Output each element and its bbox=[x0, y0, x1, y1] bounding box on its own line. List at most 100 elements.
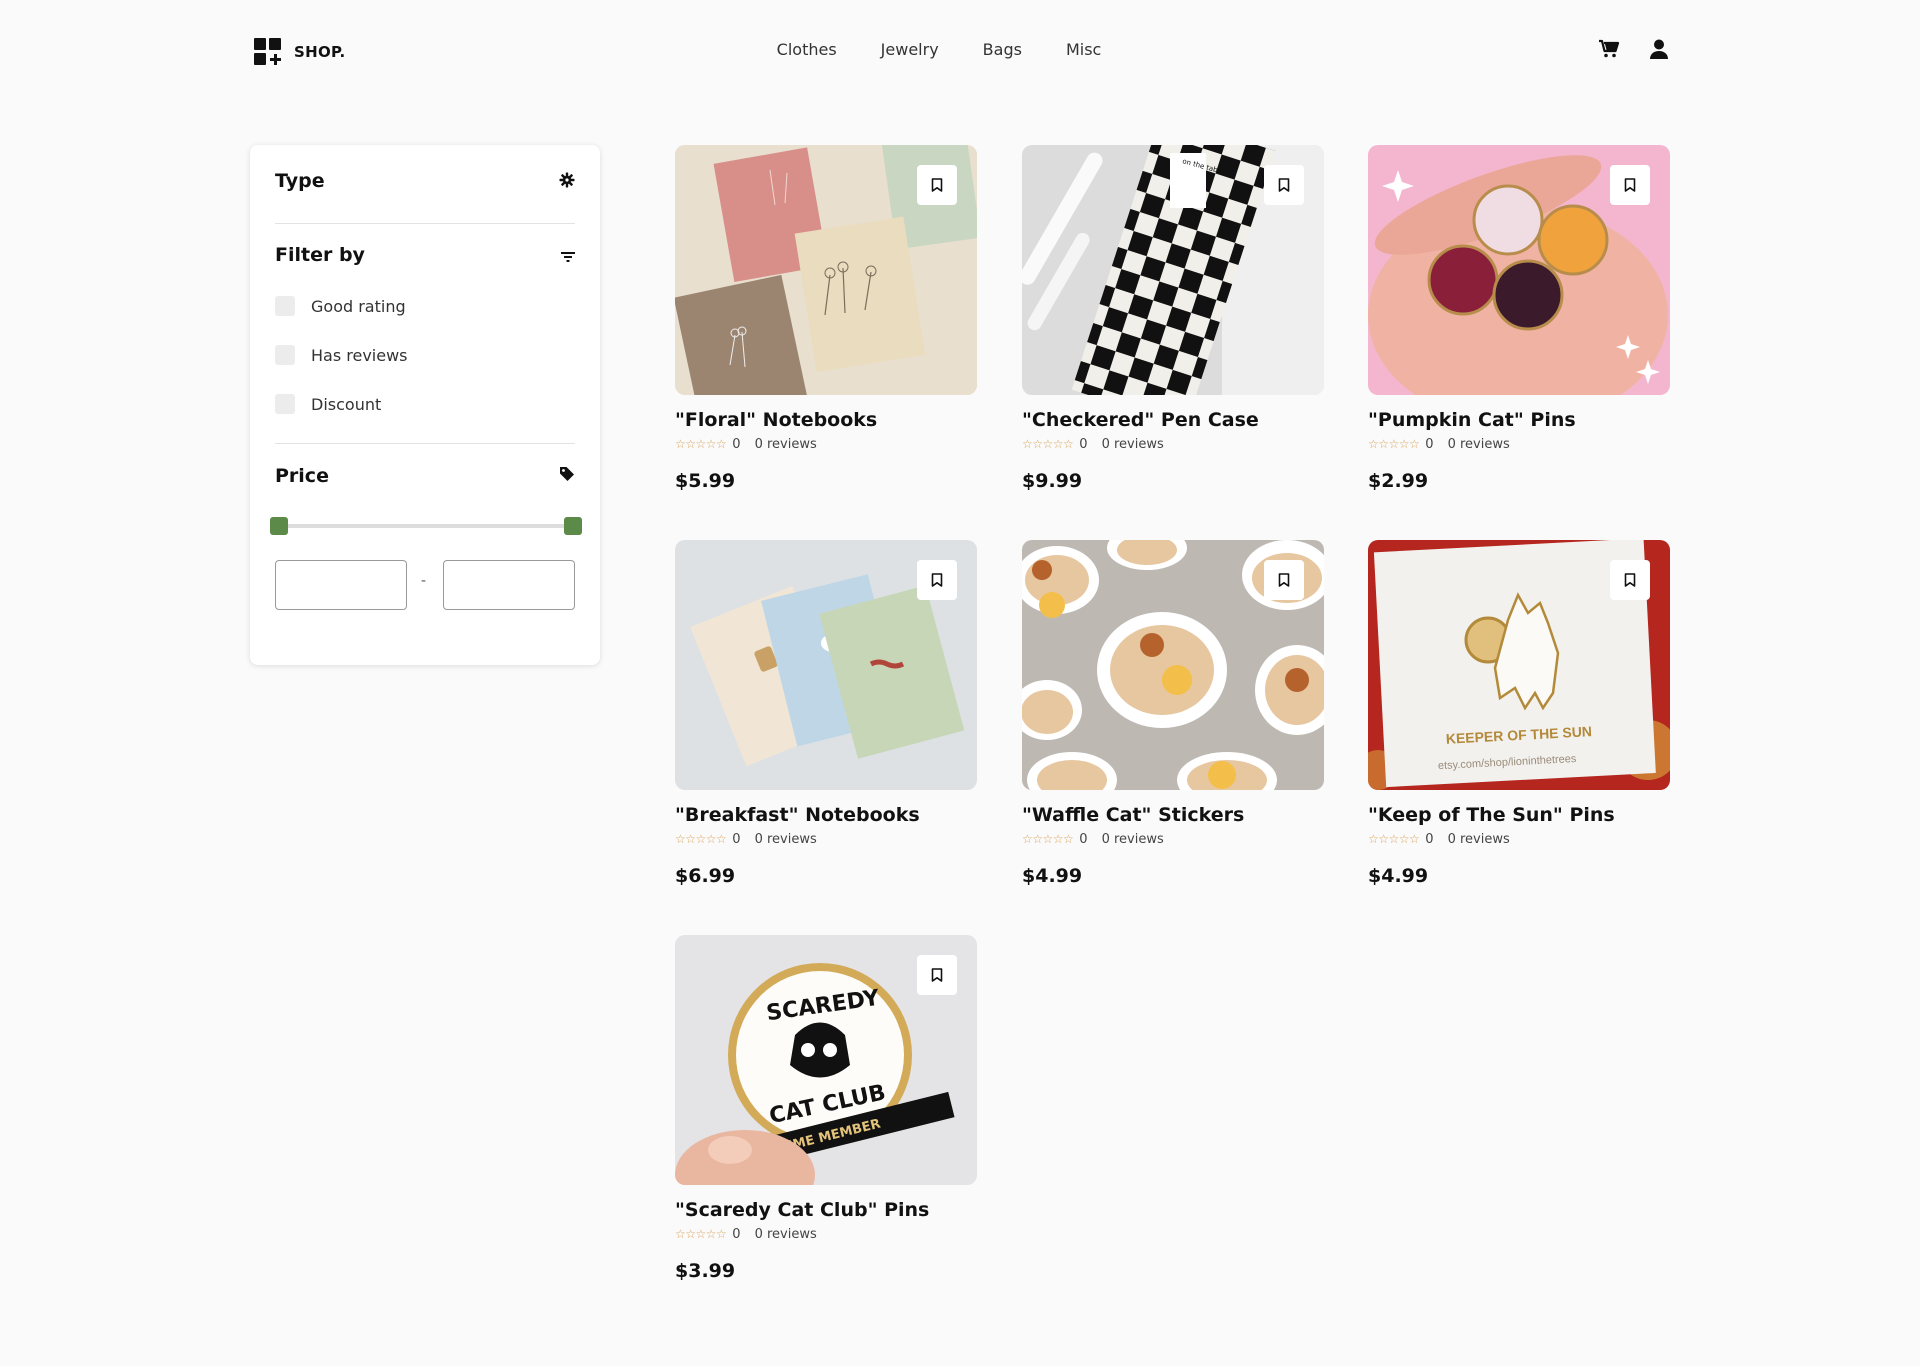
rating-value: 0 bbox=[732, 831, 741, 847]
filter-has-reviews[interactable]: Has reviews bbox=[275, 345, 408, 365]
product-card[interactable]: "Floral" Notebooks ☆☆☆☆☆ 0 0 reviews $5.… bbox=[675, 145, 977, 492]
divider bbox=[275, 223, 575, 224]
gear-icon[interactable] bbox=[559, 172, 575, 192]
product-image[interactable] bbox=[675, 145, 977, 395]
has-reviews-label: Has reviews bbox=[311, 345, 408, 365]
slider-handle-min[interactable] bbox=[270, 517, 288, 535]
bookmark-button[interactable] bbox=[917, 955, 957, 995]
star-rating-icon: ☆☆☆☆☆ bbox=[1022, 832, 1074, 846]
product-price: $9.99 bbox=[1022, 470, 1083, 492]
rating-value: 0 bbox=[1079, 831, 1088, 847]
star-rating-icon: ☆☆☆☆☆ bbox=[675, 1227, 727, 1241]
product-image[interactable]: on the table bbox=[1022, 145, 1324, 395]
filter-discount[interactable]: Discount bbox=[275, 394, 381, 414]
bookmark-button[interactable] bbox=[1610, 560, 1650, 600]
filter-title: Filter by bbox=[275, 244, 365, 266]
product-title[interactable]: "Breakfast" Notebooks bbox=[675, 804, 977, 826]
price-range-slider[interactable] bbox=[270, 517, 582, 535]
bookmark-icon bbox=[1278, 178, 1290, 192]
type-section: Type bbox=[275, 170, 575, 192]
has-reviews-checkbox[interactable] bbox=[275, 345, 295, 365]
bookmark-icon bbox=[931, 968, 943, 982]
price-max-input[interactable] bbox=[443, 560, 575, 610]
star-rating-icon: ☆☆☆☆☆ bbox=[1022, 437, 1074, 451]
price-tag-icon[interactable] bbox=[559, 466, 575, 486]
product-image[interactable]: SCAREDY CAT CLUB LIFETIME MEMBER bbox=[675, 935, 977, 1185]
product-image[interactable]: KEEPER OF THE SUN etsy.com/shop/lioninth… bbox=[1368, 540, 1670, 790]
bookmark-icon bbox=[1278, 573, 1290, 587]
product-image[interactable] bbox=[1022, 540, 1324, 790]
review-count: 0 reviews bbox=[754, 1226, 817, 1242]
discount-label: Discount bbox=[311, 394, 382, 414]
product-rating-row: ☆☆☆☆☆ 0 0 reviews bbox=[675, 1226, 977, 1242]
slider-track bbox=[278, 524, 574, 528]
product-title[interactable]: "Scaredy Cat Club" Pins bbox=[675, 1199, 977, 1221]
bookmark-icon bbox=[931, 178, 943, 192]
product-title[interactable]: "Pumpkin Cat" Pins bbox=[1368, 409, 1670, 431]
nav-item-misc[interactable]: Misc bbox=[1066, 40, 1101, 59]
product-title[interactable]: "Keep of The Sun" Pins bbox=[1368, 804, 1670, 826]
bookmark-button[interactable] bbox=[1264, 560, 1304, 600]
product-rating-row: ☆☆☆☆☆ 0 0 reviews bbox=[1022, 831, 1324, 847]
filter-sidebar: Type Filter by Good rating Has reviews D… bbox=[250, 145, 600, 665]
product-card[interactable]: "Breakfast" Notebooks ☆☆☆☆☆ 0 0 reviews … bbox=[675, 540, 977, 887]
price-title: Price bbox=[275, 465, 329, 487]
product-rating-row: ☆☆☆☆☆ 0 0 reviews bbox=[1368, 436, 1670, 452]
product-rating-row: ☆☆☆☆☆ 0 0 reviews bbox=[675, 436, 977, 452]
bookmark-icon bbox=[931, 573, 943, 587]
site-header: SHOP. Clothes Jewelry Bags Misc bbox=[0, 0, 1920, 104]
rating-value: 0 bbox=[732, 1226, 741, 1242]
good-rating-checkbox[interactable] bbox=[275, 296, 295, 316]
price-min-input[interactable] bbox=[275, 560, 407, 610]
product-price: $5.99 bbox=[675, 470, 736, 492]
review-count: 0 reviews bbox=[1101, 436, 1164, 452]
type-title: Type bbox=[275, 170, 325, 192]
product-card[interactable]: KEEPER OF THE SUN etsy.com/shop/lioninth… bbox=[1368, 540, 1670, 887]
product-title[interactable]: "Waffle Cat" Stickers bbox=[1022, 804, 1324, 826]
product-rating-row: ☆☆☆☆☆ 0 0 reviews bbox=[1368, 831, 1670, 847]
nav-item-clothes[interactable]: Clothes bbox=[777, 40, 837, 59]
bookmark-button[interactable] bbox=[917, 560, 957, 600]
bookmark-button[interactable] bbox=[1264, 165, 1304, 205]
nav-item-jewelry[interactable]: Jewelry bbox=[881, 40, 939, 59]
slider-handle-max[interactable] bbox=[564, 517, 582, 535]
product-card[interactable]: on the table "Checkered" Pen Case ☆☆☆☆☆ … bbox=[1022, 145, 1324, 492]
bookmark-icon bbox=[1624, 178, 1636, 192]
product-card[interactable]: SCAREDY CAT CLUB LIFETIME MEMBER "Scared… bbox=[675, 935, 977, 1282]
bookmark-button[interactable] bbox=[1610, 165, 1650, 205]
bookmark-button[interactable] bbox=[917, 165, 957, 205]
star-rating-icon: ☆☆☆☆☆ bbox=[1368, 832, 1420, 846]
cart-icon[interactable] bbox=[1598, 39, 1620, 63]
price-section: Price bbox=[275, 465, 575, 487]
divider bbox=[275, 443, 575, 444]
star-rating-icon: ☆☆☆☆☆ bbox=[675, 437, 727, 451]
product-rating-row: ☆☆☆☆☆ 0 0 reviews bbox=[1022, 436, 1324, 452]
product-image[interactable] bbox=[675, 540, 977, 790]
nav-item-bags[interactable]: Bags bbox=[983, 40, 1022, 59]
product-card[interactable]: "Waffle Cat" Stickers ☆☆☆☆☆ 0 0 reviews … bbox=[1022, 540, 1324, 887]
product-price: $4.99 bbox=[1368, 865, 1429, 887]
rating-value: 0 bbox=[1079, 436, 1088, 452]
rating-value: 0 bbox=[732, 436, 741, 452]
product-title[interactable]: "Floral" Notebooks bbox=[675, 409, 977, 431]
bookmark-icon bbox=[1624, 573, 1636, 587]
star-rating-icon: ☆☆☆☆☆ bbox=[1368, 437, 1420, 451]
product-rating-row: ☆☆☆☆☆ 0 0 reviews bbox=[675, 831, 977, 847]
product-price: $6.99 bbox=[675, 865, 736, 887]
product-title[interactable]: "Checkered" Pen Case bbox=[1022, 409, 1324, 431]
star-rating-icon: ☆☆☆☆☆ bbox=[675, 832, 727, 846]
filter-icon[interactable] bbox=[561, 248, 575, 267]
review-count: 0 reviews bbox=[1447, 436, 1510, 452]
filter-section: Filter by bbox=[275, 244, 575, 266]
review-count: 0 reviews bbox=[1101, 831, 1164, 847]
discount-checkbox[interactable] bbox=[275, 394, 295, 414]
rating-value: 0 bbox=[1425, 436, 1434, 452]
product-price: $3.99 bbox=[675, 1260, 736, 1282]
review-count: 0 reviews bbox=[754, 831, 817, 847]
price-separator: - bbox=[421, 573, 427, 589]
product-image[interactable] bbox=[1368, 145, 1670, 395]
product-card[interactable]: "Pumpkin Cat" Pins ☆☆☆☆☆ 0 0 reviews $2.… bbox=[1368, 145, 1670, 492]
user-icon[interactable] bbox=[1648, 38, 1670, 64]
rating-value: 0 bbox=[1425, 831, 1434, 847]
filter-good-rating[interactable]: Good rating bbox=[275, 296, 406, 316]
